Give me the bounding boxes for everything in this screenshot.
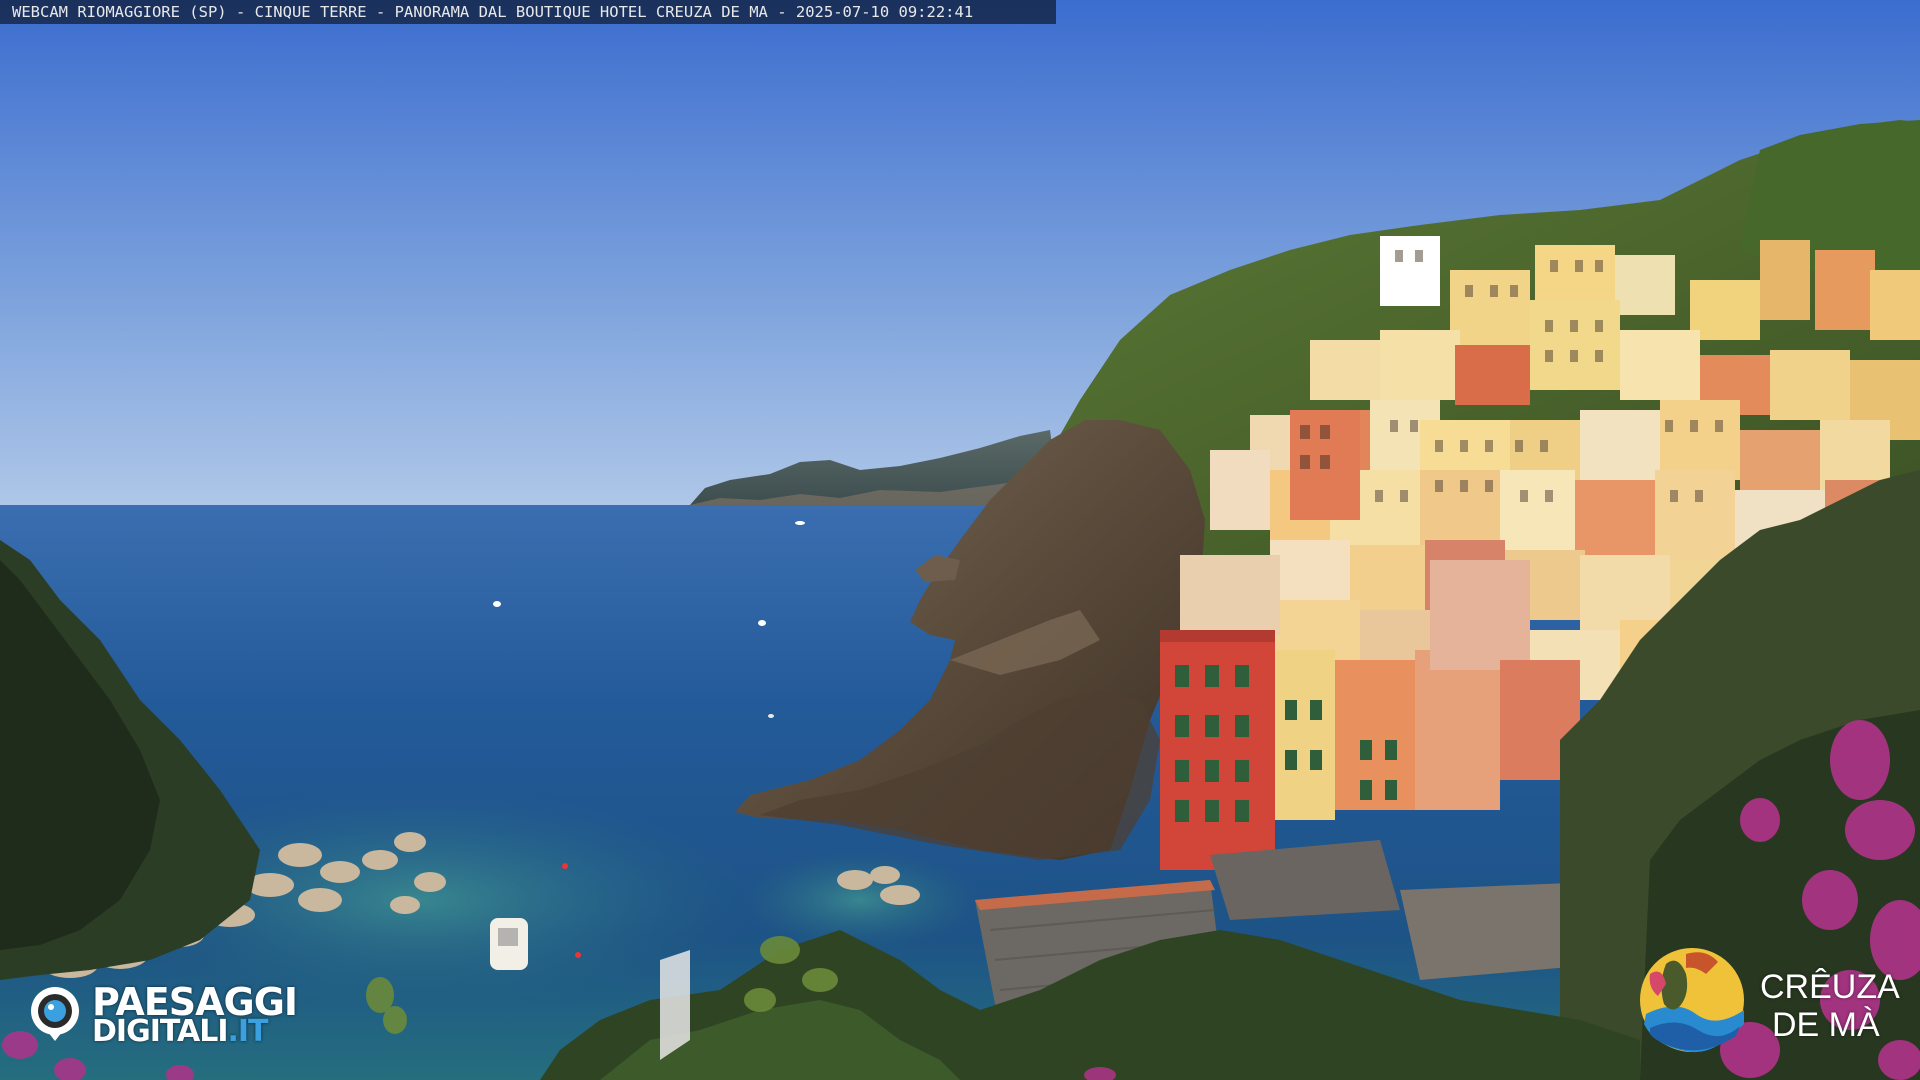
webcam-caption-text: WEBCAM RIOMAGGIORE (SP) - CINQUE TERRE -… <box>12 3 974 21</box>
camera-pin-icon <box>31 987 79 1041</box>
logo-left-line2: DIGITALI.IT <box>92 1014 269 1049</box>
webcam-caption-bar: WEBCAM RIOMAGGIORE (SP) - CINQUE TERRE -… <box>0 0 1056 24</box>
webcam-frame: WEBCAM RIOMAGGIORE (SP) - CINQUE TERRE -… <box>0 0 1920 1080</box>
paesaggi-digitali-logo: PAESAGGI DIGITALI.IT <box>26 980 346 1050</box>
logo-left-suffix: .IT <box>227 1014 268 1049</box>
logo-right-line2: DE MÀ <box>1772 1006 1880 1044</box>
creuza-emblem-icon <box>1640 948 1744 1053</box>
creuza-de-ma-logo: CRÊUZA DE MÀ <box>1636 944 1916 1064</box>
logo-right-line1: CRÊUZA <box>1760 968 1900 1006</box>
webcam-image <box>0 0 1920 1080</box>
